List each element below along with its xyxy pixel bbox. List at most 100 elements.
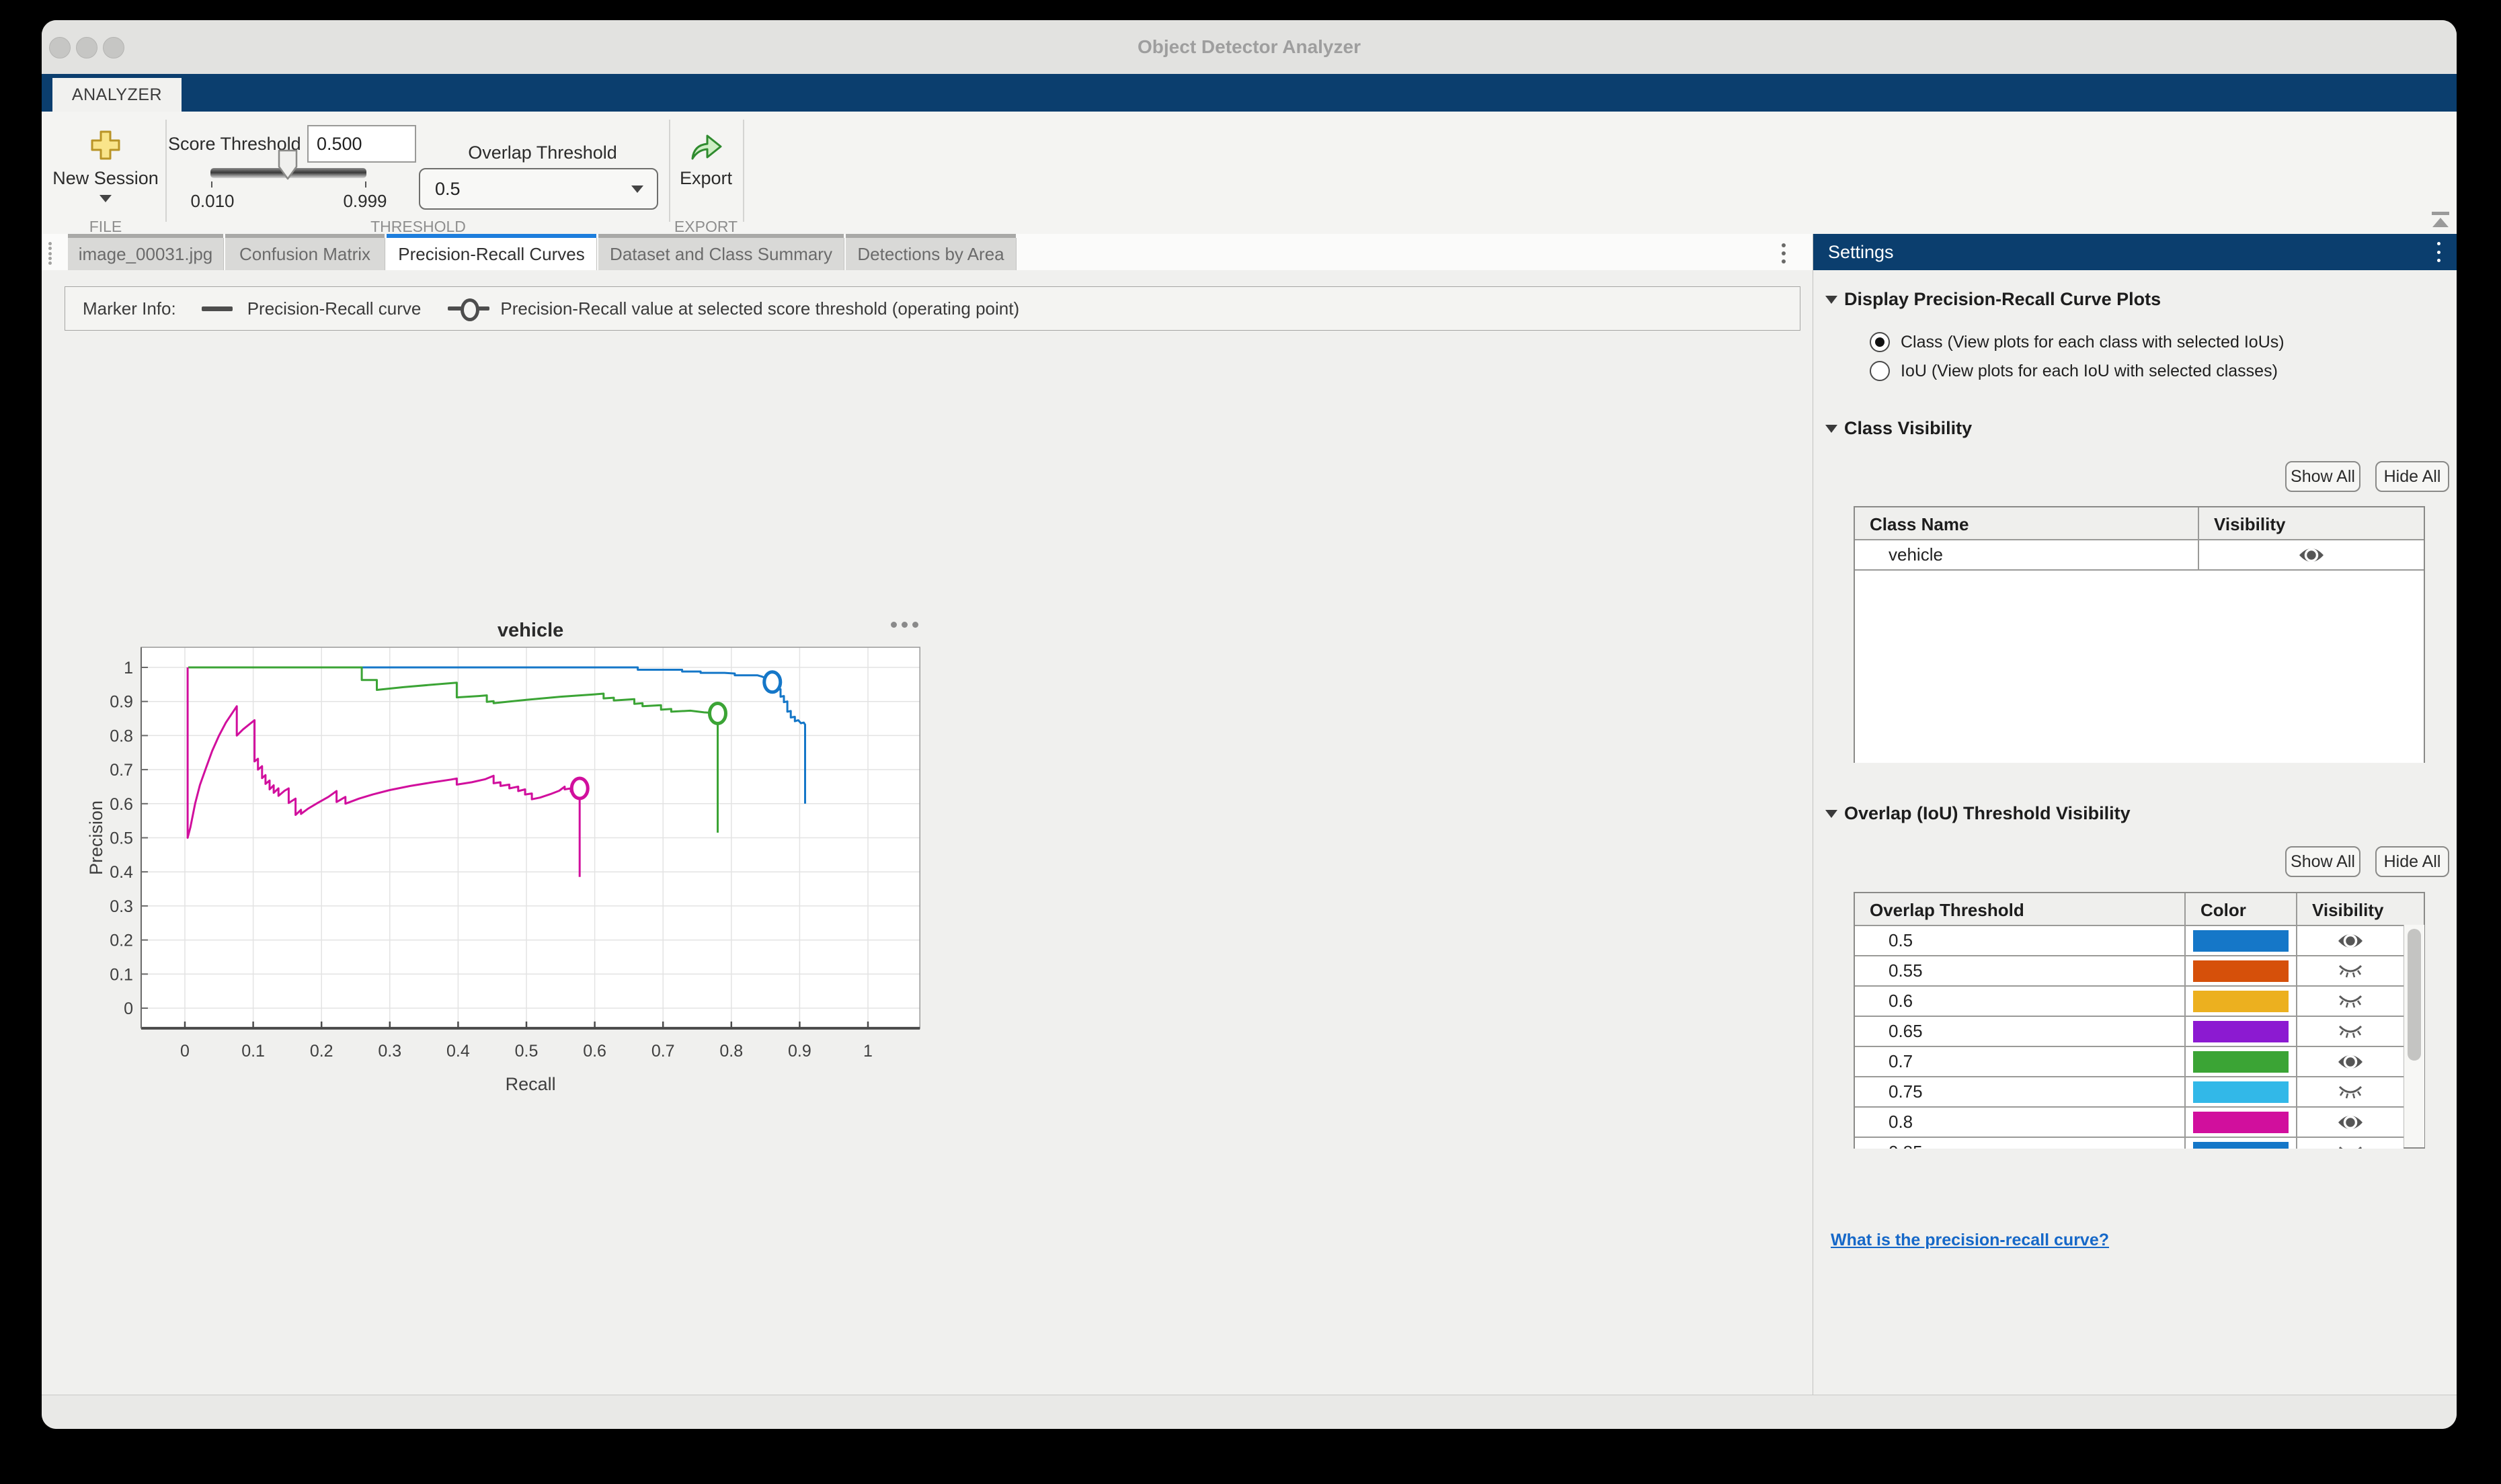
help-link[interactable]: What is the precision-recall curve? xyxy=(1831,1231,2109,1250)
y-axis-label: Precision xyxy=(86,800,106,875)
document-tab-confusion-matrix[interactable]: Confusion Matrix xyxy=(225,234,385,270)
score-threshold-input[interactable] xyxy=(307,125,416,163)
iou-table-row: 0.55 xyxy=(1855,956,2404,987)
eye-open-icon[interactable] xyxy=(2336,931,2365,951)
radio-iou-option[interactable]: IoU (View plots for each IoU with select… xyxy=(1870,361,2278,381)
document-tab-detections-by-area[interactable]: Detections by Area xyxy=(846,234,1016,270)
color-swatch[interactable] xyxy=(2193,960,2288,982)
y-tick-label: 0.4 xyxy=(110,863,133,882)
overlap-threshold-dropdown[interactable]: 0.5 xyxy=(419,168,658,210)
slider-min-tick xyxy=(211,181,212,188)
class-hide-all-button[interactable]: Hide All xyxy=(2375,461,2449,492)
tab-drag-handle[interactable] xyxy=(48,242,55,265)
toolstrip: New Session FILE Score Threshold 0.010 0… xyxy=(42,112,2457,235)
iou-show-all-button[interactable]: Show All xyxy=(2285,846,2360,877)
color-swatch[interactable] xyxy=(2193,930,2288,952)
iou-color-column-header: Color xyxy=(2184,893,2296,925)
display-section-header[interactable]: Display Precision-Recall Curve Plots xyxy=(1825,289,2161,310)
slider-thumb[interactable] xyxy=(278,149,298,183)
iou-threshold-cell: 0.55 xyxy=(1855,956,2184,985)
iou-visibility-table: Overlap Threshold Color Visibility 0.50.… xyxy=(1854,892,2425,1149)
eye-closed-icon[interactable] xyxy=(2336,991,2365,1012)
iou-threshold-cell: 0.75 xyxy=(1855,1077,2184,1106)
new-session-caret-icon[interactable] xyxy=(100,195,112,202)
iou-visibility-cell xyxy=(2296,1138,2404,1149)
color-swatch[interactable] xyxy=(2193,1142,2288,1149)
table-scrollbar[interactable] xyxy=(2404,925,2424,1147)
eye-closed-icon[interactable] xyxy=(2336,1022,2365,1042)
iou-hide-all-button[interactable]: Hide All xyxy=(2375,846,2449,877)
document-tab-image-00031-jpg[interactable]: image_00031.jpg xyxy=(68,234,223,270)
operating-point-marker[interactable] xyxy=(764,672,781,692)
class-show-all-button[interactable]: Show All xyxy=(2285,461,2360,492)
eye-closed-icon[interactable] xyxy=(2336,961,2365,981)
operating-point-marker[interactable] xyxy=(709,703,725,723)
iou-table-row: 0.85 xyxy=(1855,1138,2404,1149)
operating-point-marker[interactable] xyxy=(571,778,588,798)
class-visibility-section-title: Class Visibility xyxy=(1844,418,1972,439)
eye-open-icon[interactable] xyxy=(2336,1052,2365,1072)
x-tick-label: 0 xyxy=(180,1042,190,1061)
class-visibility-table: Class Name Visibility vehicle xyxy=(1854,506,2425,763)
x-tick-label: 0.7 xyxy=(651,1042,675,1061)
ribbon-tab-analyzer[interactable]: ANALYZER xyxy=(52,78,182,112)
iou-color-cell xyxy=(2184,1017,2296,1046)
curve-legend-label: Precision-Recall curve xyxy=(247,298,422,319)
iou-table-row: 0.65 xyxy=(1855,1017,2404,1047)
y-tick-label: 0.3 xyxy=(110,897,133,916)
iou-color-cell xyxy=(2184,956,2296,985)
document-tab-dataset-and-class-summary[interactable]: Dataset and Class Summary xyxy=(598,234,844,270)
color-swatch[interactable] xyxy=(2193,1112,2288,1133)
iou-threshold-cell: 0.8 xyxy=(1855,1108,2184,1137)
iou-visibility-cell xyxy=(2296,1017,2404,1046)
iou-threshold-cell: 0.7 xyxy=(1855,1047,2184,1076)
y-tick-label: 0.1 xyxy=(110,965,133,984)
document-tab-bar: image_00031.jpgConfusion MatrixPrecision… xyxy=(42,234,1813,270)
radio-button-class[interactable] xyxy=(1870,332,1890,352)
new-session-button[interactable]: New Session xyxy=(42,168,169,189)
marker-info-label: Marker Info: xyxy=(83,298,176,319)
iou-table-row: 0.75 xyxy=(1855,1077,2404,1108)
export-button[interactable]: Export xyxy=(666,168,746,189)
axes-toolbar-button[interactable] xyxy=(884,614,924,634)
iou-color-cell xyxy=(2184,926,2296,955)
file-section-label: FILE xyxy=(58,218,153,235)
iou-table-row: 0.8 xyxy=(1855,1108,2404,1138)
y-tick-label: 0 xyxy=(124,999,133,1018)
curve-legend-line-icon xyxy=(202,306,233,311)
class-visibility-cell xyxy=(2198,540,2424,569)
iou-color-cell xyxy=(2184,1138,2296,1149)
tab-label: Confusion Matrix xyxy=(225,238,385,270)
color-swatch[interactable] xyxy=(2193,1081,2288,1103)
iou-visibility-section-header[interactable]: Overlap (IoU) Threshold Visibility xyxy=(1825,803,2131,824)
x-tick-label: 0.4 xyxy=(446,1042,470,1061)
collapse-toolstrip-button[interactable] xyxy=(2430,212,2451,231)
overlap-threshold-value: 0.5 xyxy=(435,169,461,208)
iou-threshold-cell: 0.6 xyxy=(1855,987,2184,1016)
radio-button-iou[interactable] xyxy=(1870,361,1890,381)
settings-menu-button[interactable] xyxy=(2437,242,2441,262)
radio-class-option[interactable]: Class (View plots for each class with se… xyxy=(1870,332,2285,352)
eye-closed-icon[interactable] xyxy=(2336,1143,2365,1149)
ribbon-band xyxy=(42,74,2457,112)
tab-label: image_00031.jpg xyxy=(68,238,224,270)
precision-recall-chart[interactable]: 00.10.20.30.40.50.60.70.80.9100.10.20.30… xyxy=(82,606,969,1104)
y-tick-label: 0.5 xyxy=(110,829,133,848)
color-swatch[interactable] xyxy=(2193,1051,2288,1073)
eye-open-icon[interactable] xyxy=(2297,545,2326,565)
color-swatch[interactable] xyxy=(2193,991,2288,1012)
iou-color-cell xyxy=(2184,1047,2296,1076)
eye-open-icon[interactable] xyxy=(2336,1112,2365,1132)
slider-max-tick xyxy=(365,181,366,188)
class-name-cell: vehicle xyxy=(1855,540,2198,569)
color-swatch[interactable] xyxy=(2193,1021,2288,1042)
class-visibility-section-header[interactable]: Class Visibility xyxy=(1825,418,1972,439)
scrollbar-thumb[interactable] xyxy=(2408,929,2421,1061)
document-tab-precision-recall-curves[interactable]: Precision-Recall Curves xyxy=(387,234,596,270)
iou-threshold-cell: 0.65 xyxy=(1855,1017,2184,1046)
window-title: Object Detector Analyzer xyxy=(42,20,2457,74)
collapse-triangle-icon xyxy=(1825,296,1837,304)
eye-closed-icon[interactable] xyxy=(2336,1082,2365,1102)
x-tick-label: 0.2 xyxy=(310,1042,333,1061)
tab-overflow-button[interactable] xyxy=(1782,243,1786,263)
